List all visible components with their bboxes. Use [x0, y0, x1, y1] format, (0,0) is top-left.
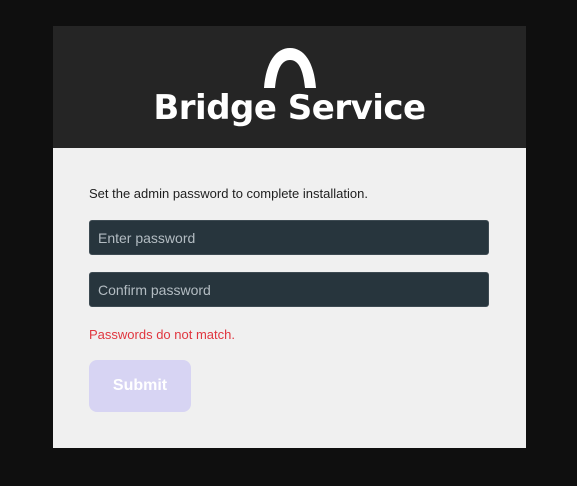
- instructions-text: Set the admin password to complete insta…: [89, 186, 368, 201]
- card-body: Set the admin password to complete insta…: [53, 148, 526, 448]
- password-mismatch-error: Passwords do not match.: [89, 327, 235, 342]
- submit-button[interactable]: Submit: [89, 360, 191, 412]
- setup-card: Bridge Service Set the admin password to…: [53, 26, 526, 448]
- confirm-password-input[interactable]: [89, 272, 489, 307]
- card-header: Bridge Service: [53, 26, 526, 148]
- password-input[interactable]: [89, 220, 489, 255]
- brand-title: Bridge Service: [153, 88, 426, 128]
